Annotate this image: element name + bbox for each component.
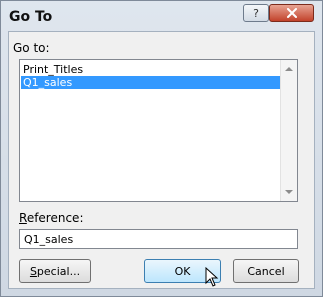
vertical-scrollbar[interactable] [280, 60, 297, 201]
mouse-pointer-icon [205, 267, 219, 287]
go-to-listbox[interactable]: Print_Titles Q1_sales [19, 59, 298, 202]
special-button[interactable]: Special... [19, 259, 91, 283]
go-to-label: Go to: [13, 41, 50, 55]
dialog-title: Go To [9, 9, 53, 25]
list-item-q1-sales[interactable]: Q1_sales [21, 76, 280, 89]
reference-label: Reference: [19, 211, 84, 225]
close-x-icon [286, 8, 297, 18]
scroll-up-arrow-icon[interactable] [285, 67, 293, 71]
close-button[interactable] [269, 4, 314, 22]
reference-input[interactable] [19, 229, 298, 249]
scroll-down-arrow-icon[interactable] [285, 190, 293, 194]
question-mark-icon: ? [253, 6, 259, 20]
special-button-rest: pecial... [36, 264, 81, 278]
list-item-print-titles[interactable]: Print_Titles [21, 63, 280, 76]
go-to-dialog: Go To ? Go to: Print_Titles Q1_sales Ref… [0, 0, 323, 297]
cancel-button[interactable]: Cancel [233, 259, 299, 283]
help-button[interactable]: ? [243, 4, 269, 22]
reference-label-rest: eference: [26, 211, 84, 225]
